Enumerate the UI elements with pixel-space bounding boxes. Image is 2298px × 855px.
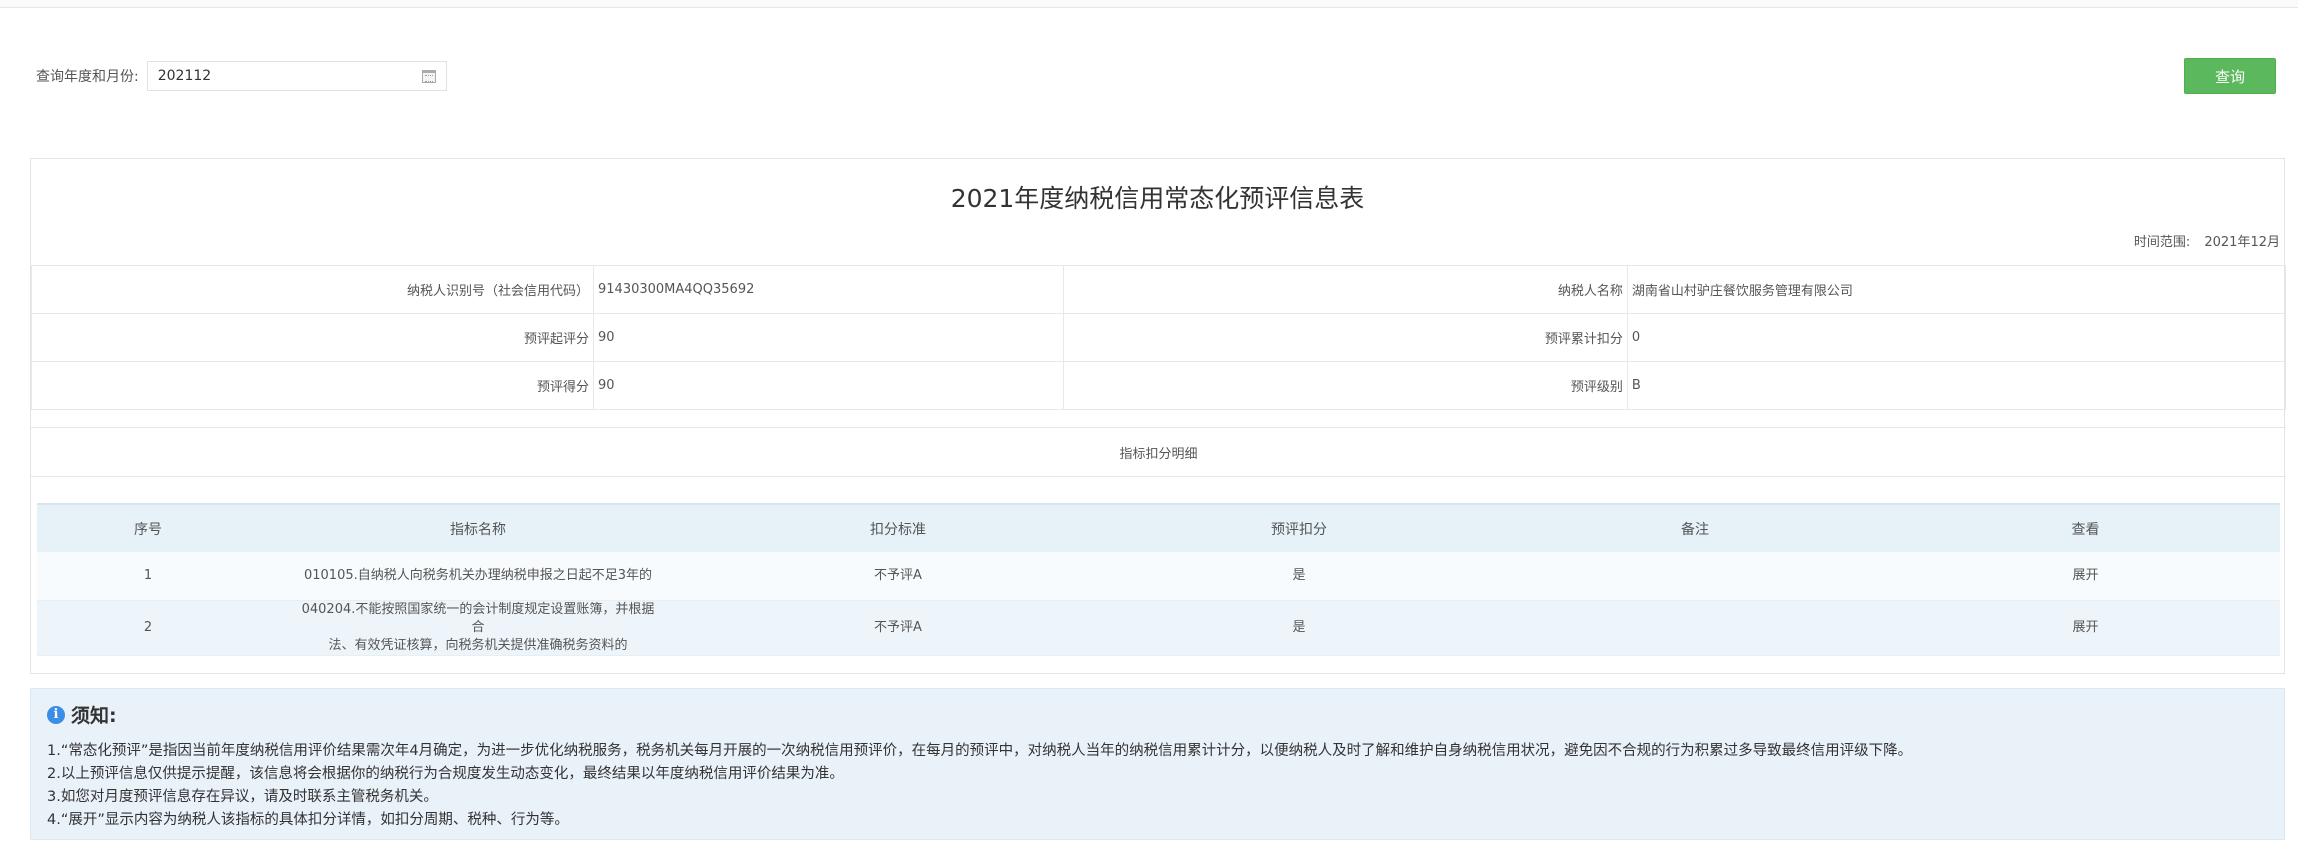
row-deduct: 是: [1099, 600, 1499, 656]
info-icon: i: [47, 705, 65, 724]
row-indicator-name-line: 法、有效凭证核算，向税务机关提供准确税务资料的: [328, 637, 628, 653]
notice-title-text: 须知:: [71, 705, 117, 727]
row-no: 1: [37, 552, 259, 601]
credit-preview-panel: 2021年度纳税信用常态化预评信息表 时间范围: 2021年12月 纳税人识别号…: [30, 158, 2287, 674]
start-score-value: 90: [593, 313, 1064, 362]
column-header-name: 指标名称: [259, 503, 697, 552]
score-value: 90: [593, 361, 1064, 410]
info-row: 纳税人识别号（社会信用代码） 91430300MA4QQ35692 纳税人名称 …: [31, 265, 2287, 314]
query-period-value: 202112: [157, 68, 212, 84]
deduction-detail-table: 序号 指标名称 扣分标准 预评扣分 备注 查看 1 010105.自纳税人向税务…: [37, 503, 2280, 656]
page-title: 2021年度纳税信用常态化预评信息表: [950, 184, 1365, 213]
row-standard: 不予评A: [697, 552, 1099, 601]
expand-link[interactable]: 展开: [2072, 620, 2098, 635]
query-period-input[interactable]: 202112: [146, 61, 447, 91]
column-header-standard: 扣分标准: [697, 503, 1099, 552]
column-header-no: 序号: [37, 503, 259, 552]
row-indicator-name: 010105.自纳税人向税务机关办理纳税申报之日起不足3年的: [259, 552, 697, 601]
deduction-total-label: 预评累计扣分: [1062, 313, 1628, 362]
notice-box: i 须知: 1.“常态化预评”是指因当前年度纳税信用评价结果需次年4月确定，为进…: [30, 688, 2285, 840]
info-row: 预评得分 90 预评级别 B: [31, 361, 2287, 410]
taxpayer-id-label: 纳税人识别号（社会信用代码）: [31, 265, 594, 314]
taxpayer-name-value: 湖南省山村驴庄餐饮服务管理有限公司: [1626, 265, 2287, 314]
level-label: 预评级别: [1062, 361, 1628, 410]
notice-line: 1.“常态化预评”是指因当前年度纳税信用评价结果需次年4月确定，为进一步优化纳税…: [47, 743, 1913, 759]
column-header-view: 查看: [1891, 503, 2280, 552]
level-value: B: [1626, 361, 2287, 410]
table-row: 2 040204.不能按照国家统一的会计制度规定设置账簿，并根据合 法、有效凭证…: [37, 600, 2280, 656]
time-range-label: 时间范围:: [2133, 235, 2191, 250]
expand-link[interactable]: 展开: [2072, 568, 2098, 583]
start-score-label: 预评起评分: [31, 313, 594, 362]
query-bar: 查询年度和月份: 202112: [36, 60, 447, 92]
row-indicator-name-line: 040204.不能按照国家统一的会计制度规定设置账簿，并根据合: [301, 601, 655, 635]
taxpayer-id-value: 91430300MA4QQ35692: [593, 265, 1064, 314]
row-indicator-name-line: 010105.自纳税人向税务机关办理纳税申报之日起不足3年的: [303, 567, 653, 583]
time-range-value: 2021年12月: [2204, 235, 2280, 250]
column-header-remark: 备注: [1499, 503, 1891, 552]
row-view: 展开: [1891, 552, 2280, 601]
row-remark: [1499, 552, 1891, 601]
info-row: 预评起评分 90 预评累计扣分 0: [31, 313, 2287, 362]
taxpayer-info-table: 纳税人识别号（社会信用代码） 91430300MA4QQ35692 纳税人名称 …: [31, 265, 2287, 410]
detail-section-header: 指标扣分明细: [31, 427, 2286, 477]
score-label: 预评得分: [31, 361, 594, 410]
top-divider: [0, 0, 2298, 8]
notice-line: 2.以上预评信息仅供提示提醒，该信息将会根据你的纳税行为合规度发生动态变化，最终…: [47, 766, 844, 782]
row-deduct: 是: [1099, 552, 1499, 601]
table-row: 1 010105.自纳税人向税务机关办理纳税申报之日起不足3年的 不予评A 是 …: [37, 552, 2280, 601]
row-view: 展开: [1891, 600, 2280, 656]
table-header-row: 序号 指标名称 扣分标准 预评扣分 备注 查看: [37, 503, 2280, 552]
time-range: 时间范围: 2021年12月: [2134, 231, 2280, 250]
notice-line: 3.如您对月度预评信息存在异议，请及时联系主管税务机关。: [47, 789, 438, 805]
notice-title: i 须知:: [47, 701, 2268, 728]
query-button[interactable]: 查询: [2184, 58, 2276, 94]
row-indicator-name: 040204.不能按照国家统一的会计制度规定设置账簿，并根据合 法、有效凭证核算…: [259, 600, 697, 656]
calendar-icon[interactable]: [421, 70, 436, 83]
notice-line: 4.“展开”显示内容为纳税人该指标的具体扣分详情，如扣分周期、税种、行为等。: [47, 812, 569, 828]
row-remark: [1499, 600, 1891, 656]
query-period-label: 查询年度和月份:: [36, 69, 139, 85]
row-no: 2: [37, 600, 259, 656]
taxpayer-name-label: 纳税人名称: [1062, 265, 1628, 314]
row-standard: 不予评A: [697, 600, 1099, 656]
deduction-total-value: 0: [1626, 313, 2287, 362]
column-header-deduct: 预评扣分: [1099, 503, 1499, 552]
